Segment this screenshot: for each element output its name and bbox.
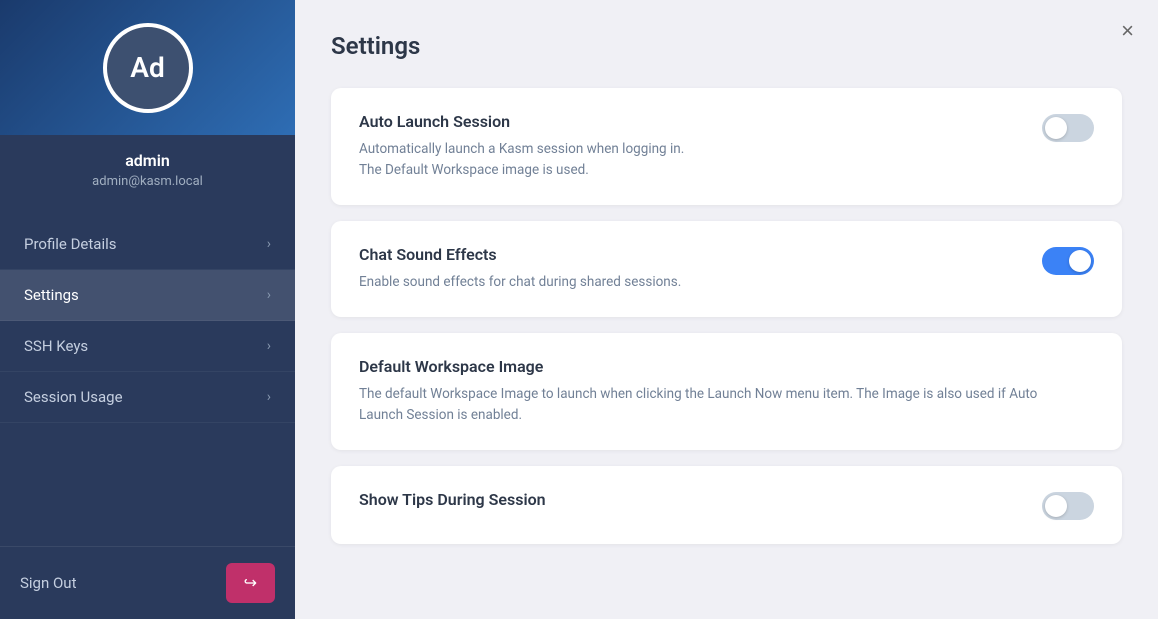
sidebar-nav: Profile Details › Settings › SSH Keys › … [0, 209, 295, 546]
sidebar-item-settings-label: Settings [24, 286, 79, 304]
chat-sound-effects-card: Chat Sound Effects Enable sound effects … [331, 221, 1122, 317]
sidebar-item-settings[interactable]: Settings › [0, 270, 295, 321]
sidebar-item-profile-details[interactable]: Profile Details › [0, 219, 295, 270]
sign-out-button[interactable]: ↪ [226, 563, 275, 603]
default-workspace-image-title: Default Workspace Image [359, 357, 1062, 376]
sidebar-item-session-usage[interactable]: Session Usage › [0, 372, 295, 423]
chat-sound-effects-title: Chat Sound Effects [359, 245, 1010, 264]
show-tips-toggle[interactable] [1042, 492, 1094, 520]
sign-out-label: Sign Out [20, 574, 76, 592]
sidebar-item-ssh-keys-label: SSH Keys [24, 337, 88, 355]
chevron-right-icon: › [267, 389, 271, 405]
sidebar: Ad admin admin@kasm.local Profile Detail… [0, 0, 295, 619]
sidebar-item-ssh-keys[interactable]: SSH Keys › [0, 321, 295, 372]
sidebar-item-session-usage-label: Session Usage [24, 388, 123, 406]
sidebar-footer: Sign Out ↪ [0, 546, 295, 619]
toggle-slider [1042, 247, 1094, 275]
page-title: Settings [331, 32, 1122, 60]
main-content: × Settings Auto Launch Session Automatic… [295, 0, 1158, 619]
toggle-slider [1042, 492, 1094, 520]
default-workspace-image-card: Default Workspace Image The default Work… [331, 333, 1122, 450]
chat-sound-effects-text: Chat Sound Effects Enable sound effects … [359, 245, 1042, 293]
auto-launch-session-text: Auto Launch Session Automatically launch… [359, 112, 1042, 181]
auto-launch-session-card: Auto Launch Session Automatically launch… [331, 88, 1122, 205]
sidebar-header: Ad [0, 0, 295, 135]
chat-sound-effects-desc: Enable sound effects for chat during sha… [359, 272, 1010, 293]
show-tips-card: Show Tips During Session [331, 466, 1122, 544]
chevron-right-icon: › [267, 287, 271, 303]
show-tips-text: Show Tips During Session [359, 490, 1042, 517]
username-label: admin [0, 151, 295, 170]
chat-sound-effects-toggle[interactable] [1042, 247, 1094, 275]
auto-launch-session-toggle[interactable] [1042, 114, 1094, 142]
toggle-slider [1042, 114, 1094, 142]
close-button[interactable]: × [1121, 20, 1134, 42]
sidebar-user-info: admin admin@kasm.local [0, 135, 295, 209]
sign-out-icon: ↪ [244, 573, 257, 593]
chevron-right-icon: › [267, 338, 271, 354]
auto-launch-session-desc: Automatically launch a Kasm session when… [359, 139, 1010, 181]
avatar: Ad [103, 23, 193, 113]
default-workspace-image-desc: The default Workspace Image to launch wh… [359, 384, 1062, 426]
default-workspace-image-text: Default Workspace Image The default Work… [359, 357, 1094, 426]
email-label: admin@kasm.local [0, 174, 295, 189]
auto-launch-session-title: Auto Launch Session [359, 112, 1010, 131]
sidebar-item-profile-details-label: Profile Details [24, 235, 117, 253]
show-tips-title: Show Tips During Session [359, 490, 1010, 509]
chevron-right-icon: › [267, 236, 271, 252]
